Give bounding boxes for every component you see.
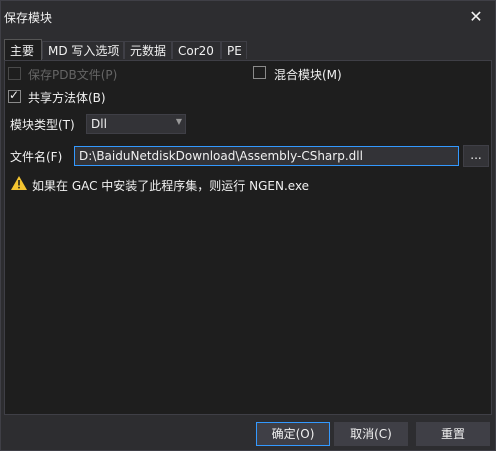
browse-button[interactable]: ... (463, 145, 489, 167)
file-name-field[interactable] (74, 146, 459, 166)
module-type-label: 模块类型(T) (10, 118, 75, 132)
file-name-input[interactable] (75, 147, 458, 165)
main-tab-panel: 保存PDB文件(P) 混合模块(M) 共享方法体(B) 模块类型(T) Dll … (4, 60, 492, 415)
chevron-down-icon: ▼ (175, 117, 182, 126)
tab-md-write-options[interactable]: MD 写入选项 (42, 41, 124, 59)
cancel-button[interactable]: 取消(C) (334, 422, 408, 446)
tab-pe[interactable]: PE (221, 41, 247, 59)
module-type-select[interactable]: Dll ▼ (86, 114, 186, 134)
mixed-module-label: 混合模块(M) (274, 68, 342, 82)
title-bar: 保存模块 ✕ (1, 1, 495, 33)
reset-button[interactable]: 重置 (416, 422, 490, 446)
save-module-dialog: 保存模块 ✕ 主要 MD 写入选项 元数据 Cor20 PE 保存PDB文件(P… (0, 0, 496, 451)
share-method-bodies-label: 共享方法体(B) (28, 91, 106, 105)
share-method-bodies-checkbox[interactable] (8, 88, 21, 103)
tab-cor20[interactable]: Cor20 (172, 41, 221, 59)
ok-button[interactable]: 确定(O) (256, 422, 330, 446)
save-pdb-label: 保存PDB文件(P) (28, 68, 118, 82)
mixed-module-checkbox[interactable] (253, 66, 266, 79)
module-type-value: Dll (91, 117, 107, 131)
close-icon[interactable]: ✕ (463, 5, 489, 29)
window-title: 保存模块 (4, 11, 53, 25)
ngen-warning-text: 如果在 GAC 中安装了此程序集，则运行 NGEN.exe (32, 179, 310, 193)
file-name-label: 文件名(F) (10, 150, 63, 164)
tab-metadata[interactable]: 元数据 (124, 41, 172, 59)
save-pdb-checkbox[interactable] (8, 67, 21, 80)
warning-triangle-icon (11, 176, 27, 190)
tab-main[interactable]: 主要 (4, 39, 42, 61)
